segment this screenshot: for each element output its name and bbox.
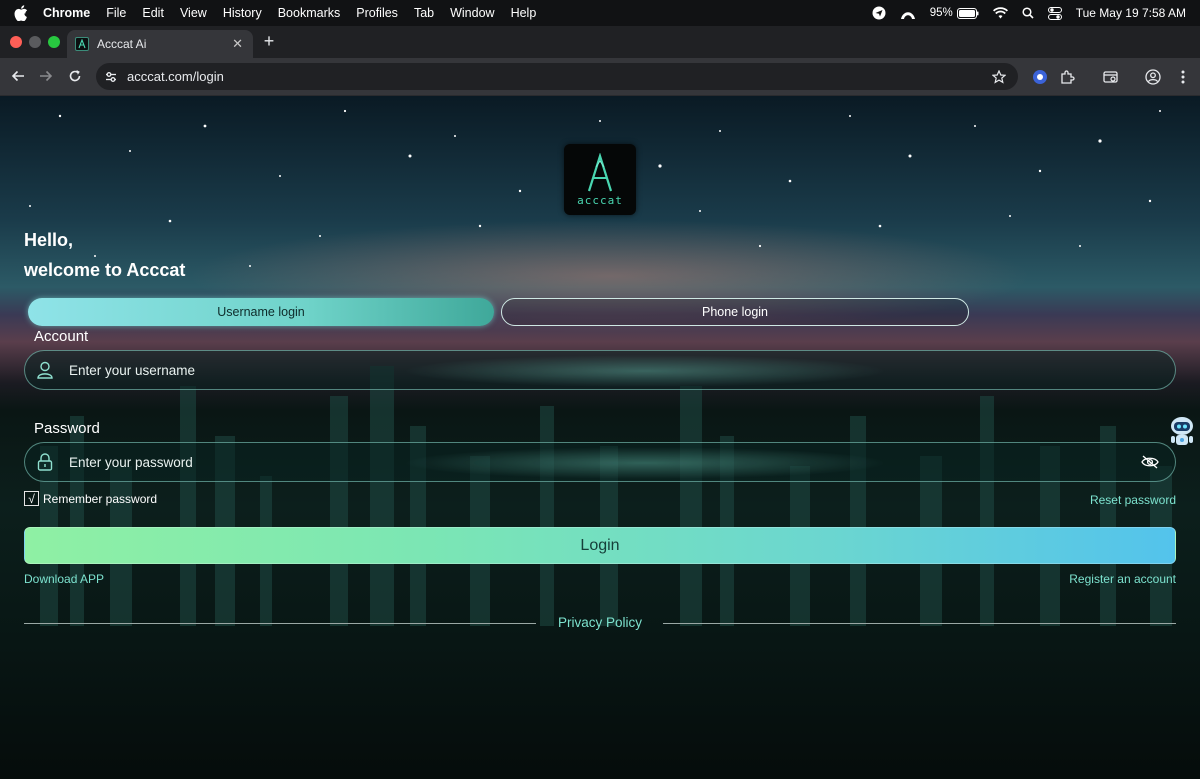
menu-history[interactable]: History [223, 6, 262, 20]
logo-wordmark: acccat [577, 193, 623, 207]
acccat-logo-mark-icon [587, 152, 613, 191]
tab-title: Acccat Ai [97, 37, 147, 51]
tab-username-login[interactable]: Username login [28, 298, 494, 326]
site-settings-icon[interactable] [104, 70, 118, 84]
reset-password-link[interactable]: Reset password [1090, 493, 1176, 507]
control-center-icon[interactable] [1047, 6, 1062, 20]
menu-view[interactable]: View [180, 6, 207, 20]
divider-right [663, 623, 1176, 624]
wifi-icon[interactable] [992, 7, 1008, 19]
profile-avatar-icon[interactable] [1143, 67, 1163, 87]
menu-app-name[interactable]: Chrome [43, 6, 90, 20]
tab-search-icon[interactable] [1101, 67, 1121, 87]
new-tab-button[interactable]: + [261, 31, 277, 52]
username-input[interactable] [69, 351, 1175, 389]
hide-password-eye-icon[interactable] [1139, 452, 1161, 472]
forward-arrow-icon[interactable] [36, 66, 56, 86]
battery-icon[interactable] [956, 7, 979, 19]
tab-phone-login[interactable]: Phone login [501, 298, 969, 326]
window-zoom-button[interactable] [48, 36, 60, 48]
greeting-welcome: welcome to Acccat [24, 260, 186, 280]
send-icon[interactable] [872, 6, 886, 20]
browser-tab-active[interactable]: Acccat Ai ✕ [67, 30, 253, 58]
menu-file[interactable]: File [106, 6, 126, 20]
lock-icon [35, 452, 55, 472]
acccat-favicon-icon [75, 37, 89, 51]
menu-edit[interactable]: Edit [142, 6, 164, 20]
battery-percent: 95% [929, 7, 953, 19]
assistant-robot-icon[interactable] [1168, 415, 1196, 449]
register-account-link[interactable]: Register an account [1069, 572, 1176, 586]
menu-bookmarks[interactable]: Bookmarks [278, 6, 341, 20]
password-field [24, 442, 1176, 482]
remember-password-label: Remember password [43, 491, 158, 506]
username-field [24, 350, 1176, 390]
extension-blue-icon[interactable] [1030, 67, 1050, 87]
greeting-hello: Hello, [24, 230, 74, 250]
browser-toolbar: acccat.com/login [0, 58, 1200, 96]
tab-close-icon[interactable]: ✕ [232, 36, 243, 52]
user-icon [35, 360, 55, 380]
menu-tab[interactable]: Tab [414, 6, 434, 20]
url-text[interactable]: acccat.com/login [127, 69, 992, 84]
browser-tab-strip: Acccat Ai ✕ + [0, 26, 1200, 58]
password-label: Password [34, 420, 100, 437]
apple-icon[interactable] [14, 5, 30, 21]
menu-help[interactable]: Help [511, 6, 537, 20]
chrome-menu-icon[interactable] [1173, 67, 1193, 87]
address-bar[interactable]: acccat.com/login [96, 63, 1018, 90]
menu-profiles[interactable]: Profiles [356, 6, 398, 20]
remember-password[interactable]: √ Remember password [24, 491, 157, 506]
password-input[interactable] [69, 443, 1139, 481]
remember-checkbox[interactable]: √ [24, 491, 39, 506]
account-label: Account [34, 328, 89, 345]
privacy-policy-link[interactable]: Privacy Policy [540, 615, 660, 630]
login-page: acccat Hello, welcome to Acccat Username… [0, 96, 1200, 779]
bookmark-star-icon[interactable] [992, 69, 1006, 84]
divider-left [24, 623, 536, 624]
spotlight-search-icon[interactable] [1022, 7, 1034, 19]
app-status-icon[interactable] [900, 6, 916, 20]
menu-clock[interactable]: Tue May 19 7:58 AM [1076, 6, 1186, 20]
window-close-button[interactable] [10, 36, 22, 48]
back-arrow-icon[interactable] [8, 66, 28, 86]
acccat-logo: acccat [564, 144, 636, 215]
download-app-link[interactable]: Download APP [24, 572, 104, 586]
menu-window[interactable]: Window [450, 6, 494, 20]
extensions-puzzle-icon[interactable] [1058, 67, 1078, 87]
macos-menu-bar: Chrome File Edit View History Bookmarks … [0, 0, 1200, 26]
reload-icon[interactable] [65, 66, 85, 86]
window-minimize-button[interactable] [29, 36, 41, 48]
login-button[interactable]: Login [24, 527, 1176, 564]
